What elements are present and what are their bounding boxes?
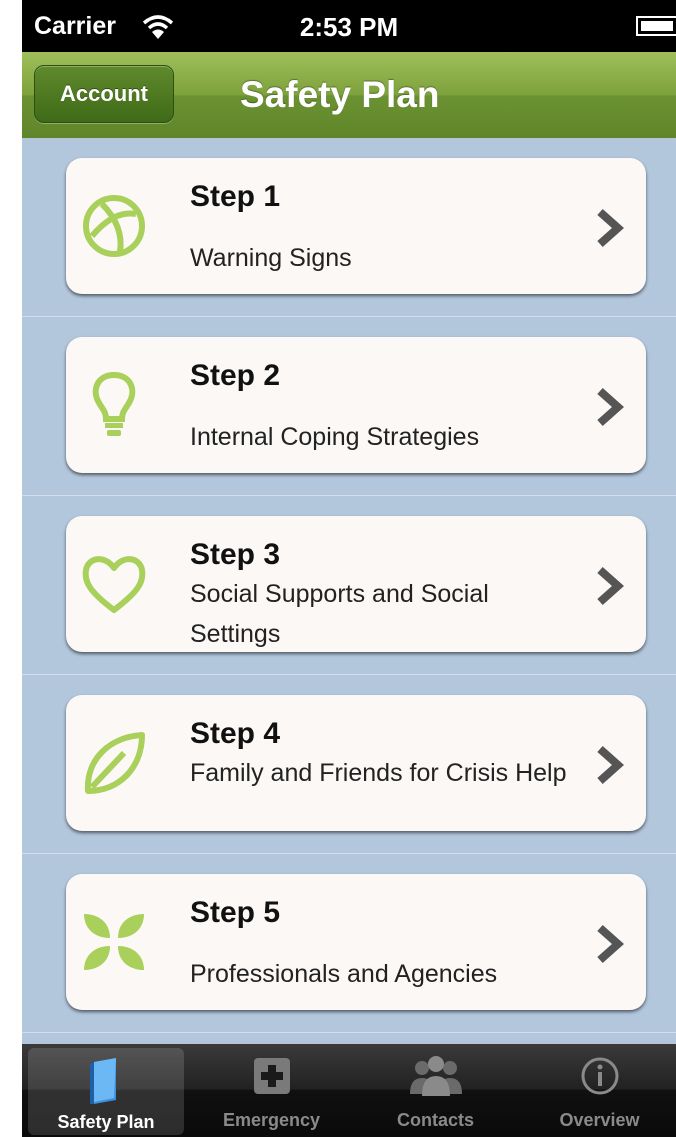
chevron-right-icon xyxy=(597,746,624,784)
step-subtitle: Family and Friends for Crisis Help xyxy=(190,759,567,787)
chevron-right-icon xyxy=(597,925,624,963)
info-icon xyxy=(581,1057,618,1095)
heart-icon xyxy=(82,556,146,613)
tab-emergency[interactable]: Emergency xyxy=(190,1044,353,1137)
chevron-right-icon xyxy=(597,567,624,605)
list-cell: Step 2 Internal Coping Strategies xyxy=(22,317,676,496)
flower-icon xyxy=(84,914,144,970)
globe-icon xyxy=(83,195,145,257)
list-cell: Step 3 Social Supports and Social Settin… xyxy=(22,496,676,675)
step-subtitle: Warning Signs xyxy=(190,244,352,272)
step-title: Step 4 xyxy=(190,717,281,750)
medical-cross-icon xyxy=(253,1058,290,1094)
step-subtitle: Social Supports and Social Settings xyxy=(190,580,489,648)
battery-icon xyxy=(636,16,676,36)
leaf-icon xyxy=(84,732,145,794)
step-subtitle: Internal Coping Strategies xyxy=(190,423,480,451)
step-5-card[interactable]: Step 5 Professionals and Agencies xyxy=(66,874,646,1010)
step-subtitle: Professionals and Agencies xyxy=(190,960,498,988)
list-cell: Step 1 Warning Signs xyxy=(22,138,676,317)
status-bar: Carrier 2:53 PM xyxy=(22,0,676,52)
page-title: Safety Plan xyxy=(240,74,440,115)
status-time: 2:53 PM xyxy=(299,12,399,42)
list-cell: Step 4 Family and Friends for Crisis Hel… xyxy=(22,675,676,854)
tab-overview[interactable]: Overview xyxy=(518,1044,676,1137)
step-1-card[interactable]: Step 1 Warning Signs xyxy=(66,158,646,294)
list-cell: Step 5 Professionals and Agencies xyxy=(22,854,676,1033)
tab-label: Overview xyxy=(559,1110,640,1130)
step-title: Step 3 xyxy=(190,538,281,571)
tab-contacts[interactable]: Contacts xyxy=(354,1044,517,1137)
step-2-card[interactable]: Step 2 Internal Coping Strategies xyxy=(66,337,646,473)
tab-bar: Safety Plan Emergency Contacts Overview xyxy=(22,1044,676,1137)
step-4-card[interactable]: Step 4 Family and Friends for Crisis Hel… xyxy=(66,695,646,831)
chevron-right-icon xyxy=(597,209,624,247)
tab-label: Emergency xyxy=(222,1110,321,1130)
steps-list: Step 1 Warning Signs Step 2 Internal Cop… xyxy=(22,138,676,1044)
step-3-card[interactable]: Step 3 Social Supports and Social Settin… xyxy=(66,516,646,652)
tab-label: Contacts xyxy=(396,1110,474,1130)
tab-safety-plan[interactable]: Safety Plan xyxy=(28,1048,184,1135)
people-icon xyxy=(409,1056,462,1096)
book-icon xyxy=(90,1058,116,1104)
step-title: Step 2 xyxy=(190,359,281,392)
chevron-right-icon xyxy=(597,388,624,426)
tab-label: Safety Plan xyxy=(57,1112,155,1132)
lightbulb-icon xyxy=(92,371,136,436)
app-screen: Carrier 2:53 PM Account Safety Plan Step… xyxy=(22,0,676,1137)
navigation-bar: Account Safety Plan xyxy=(22,52,676,139)
step-title: Step 5 xyxy=(190,896,281,929)
step-title: Step 1 xyxy=(190,180,281,213)
account-button[interactable]: Account xyxy=(34,65,174,123)
